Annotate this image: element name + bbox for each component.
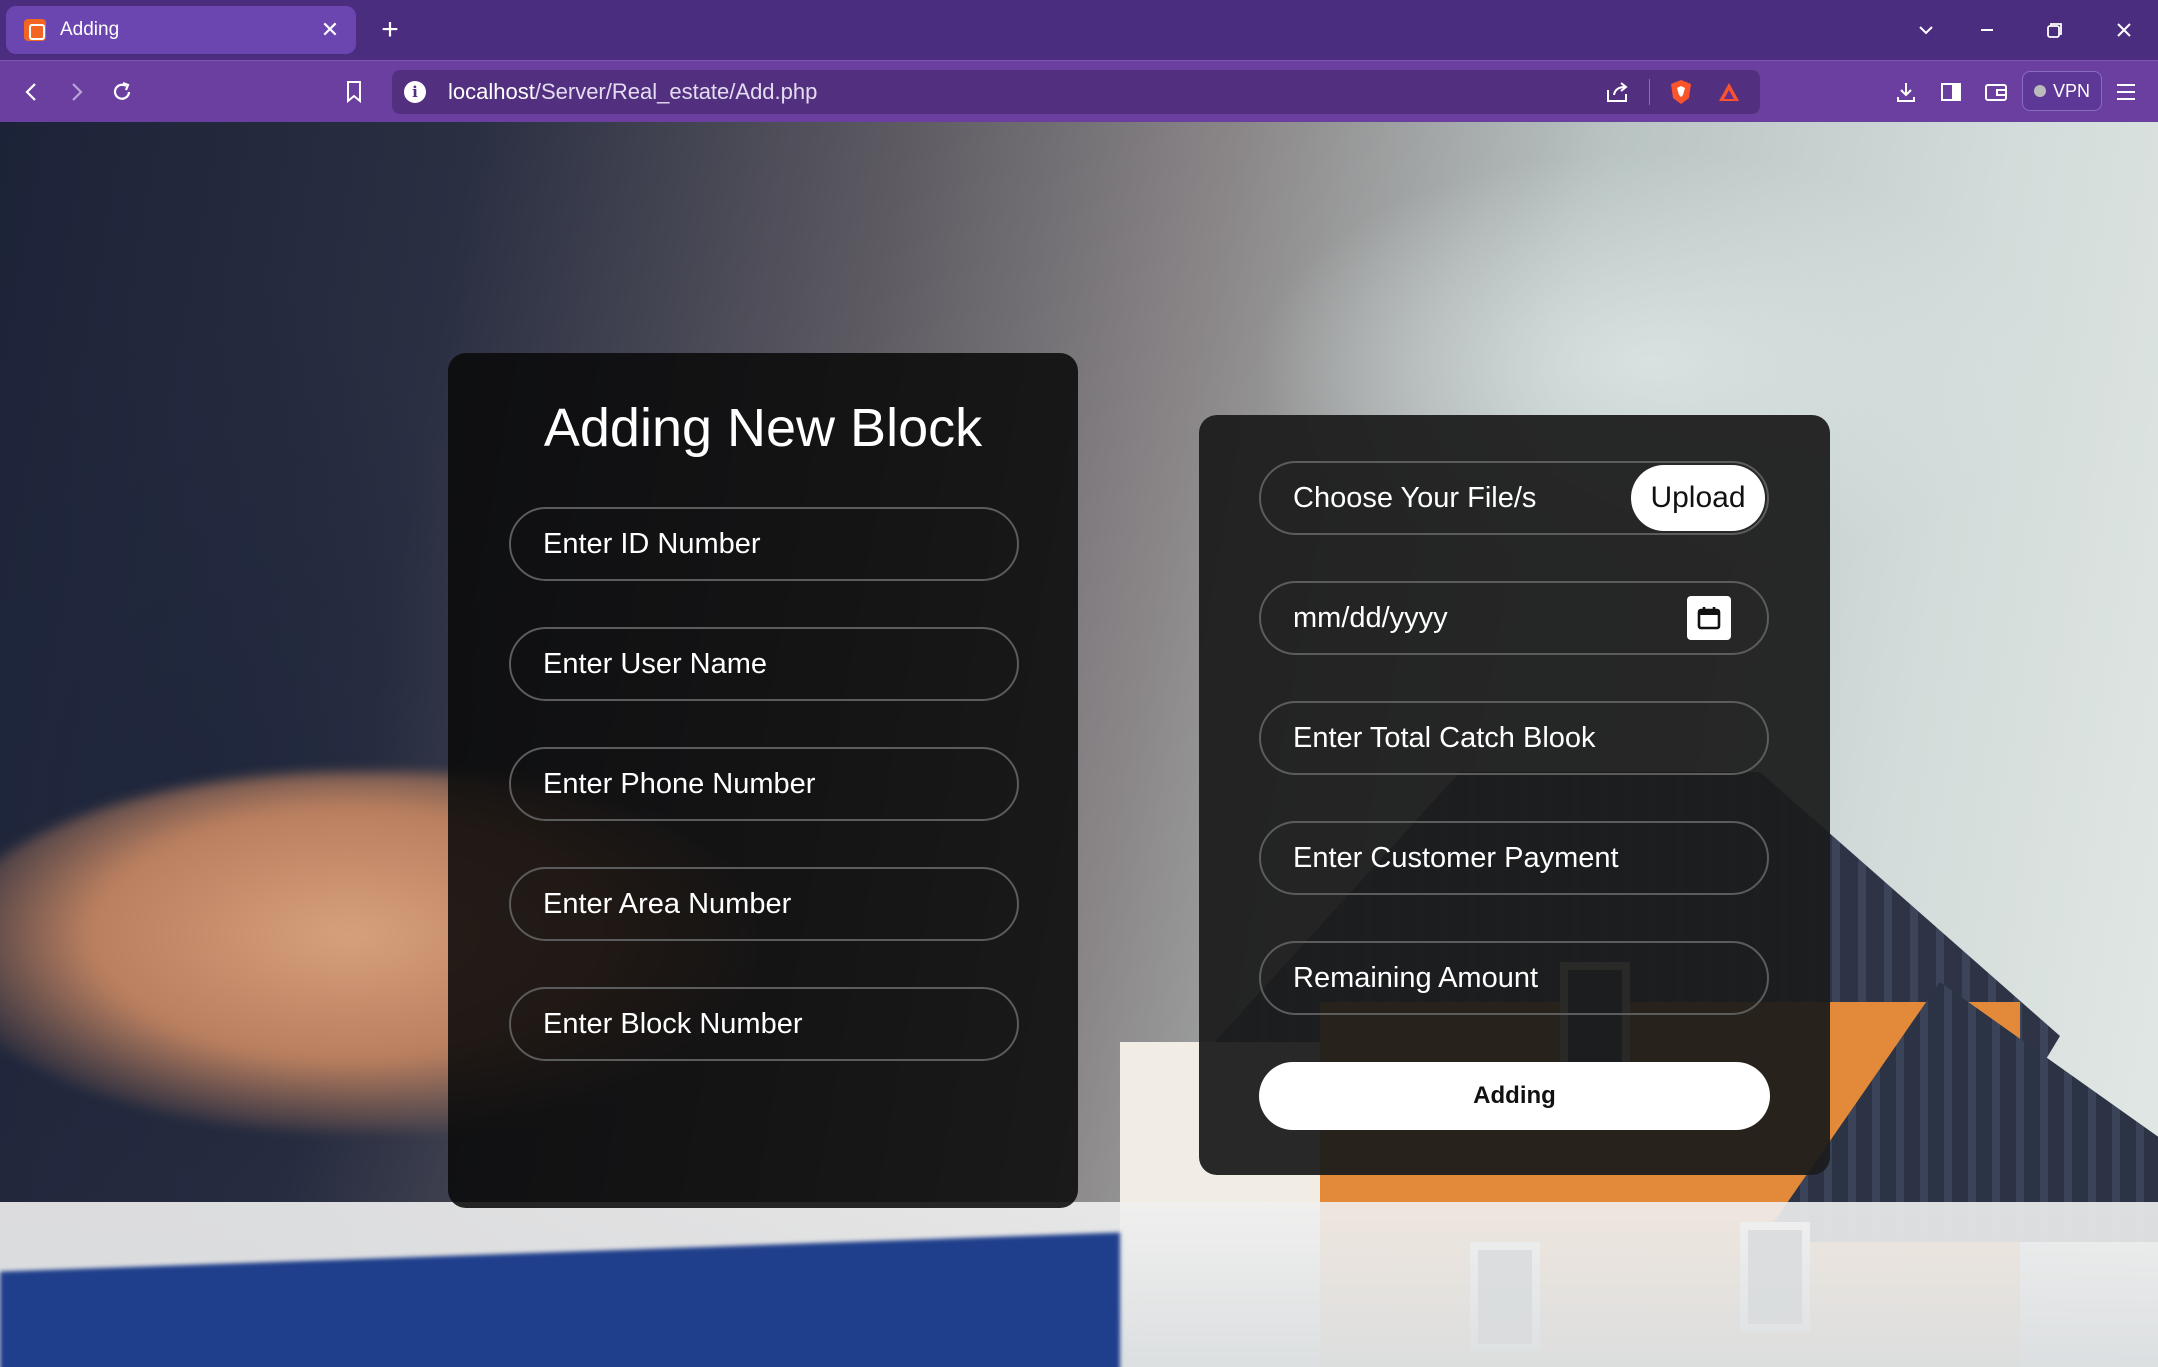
- id-number-input[interactable]: Enter ID Number: [509, 507, 1019, 581]
- url-text[interactable]: localhost/Server/Real_estate/Add.php: [448, 79, 1601, 105]
- adding-submit-button[interactable]: Adding: [1259, 1062, 1770, 1130]
- menu-icon[interactable]: [2106, 72, 2146, 112]
- share-icon[interactable]: [1601, 75, 1635, 109]
- url-separator: [1649, 79, 1650, 105]
- phone-number-input[interactable]: Enter Phone Number: [509, 747, 1019, 821]
- file-chooser[interactable]: Choose Your File/s Upload: [1259, 461, 1769, 535]
- browser-tab[interactable]: Adding ✕: [6, 6, 356, 54]
- info-icon[interactable]: i: [404, 81, 426, 103]
- sidebar-icon[interactable]: [1931, 72, 1971, 112]
- calendar-icon[interactable]: [1687, 596, 1731, 640]
- vpn-status-icon: [2033, 85, 2046, 97]
- date-placeholder: mm/dd/yyyy: [1293, 601, 1448, 634]
- browser-toolbar: i localhost/Server/Real_estate/Add.php V…: [0, 60, 2158, 122]
- chevron-down-icon[interactable]: [1904, 10, 1948, 50]
- page-background: [0, 122, 2158, 1367]
- restore-icon[interactable]: [2033, 10, 2077, 50]
- add-block-form-panel: Adding New Block Enter ID Number Enter U…: [448, 353, 1078, 1208]
- url-path: /Server/Real_estate/Add.php: [534, 79, 818, 104]
- window-close-icon[interactable]: [2102, 10, 2146, 50]
- plus-icon[interactable]: +: [372, 12, 408, 48]
- payment-form-panel: Choose Your File/s Upload mm/dd/yyyy Ent…: [1199, 415, 1830, 1175]
- file-chooser-label: Choose Your File/s: [1293, 481, 1537, 514]
- address-bar[interactable]: i localhost/Server/Real_estate/Add.php: [392, 70, 1760, 114]
- customer-payment-input[interactable]: Enter Customer Payment: [1259, 821, 1769, 895]
- minimize-icon[interactable]: [1965, 10, 2009, 50]
- total-catch-block-input[interactable]: Enter Total Catch Blook: [1259, 701, 1769, 775]
- url-host: localhost: [448, 79, 535, 104]
- rewards-icon[interactable]: [1712, 75, 1746, 109]
- upload-button[interactable]: Upload: [1631, 465, 1765, 531]
- reload-icon[interactable]: [102, 72, 142, 112]
- area-number-input[interactable]: Enter Area Number: [509, 867, 1019, 941]
- date-input[interactable]: mm/dd/yyyy: [1259, 581, 1769, 655]
- page-title: Adding New Block: [543, 398, 983, 458]
- back-icon[interactable]: [12, 72, 52, 112]
- tab-title: Adding: [60, 19, 120, 40]
- user-name-input[interactable]: Enter User Name: [509, 627, 1019, 701]
- tab-strip: Adding ✕ +: [0, 0, 2158, 60]
- remaining-amount-input[interactable]: Remaining Amount: [1259, 941, 1769, 1015]
- download-icon[interactable]: [1886, 72, 1926, 112]
- vpn-label: VPN: [2052, 80, 2090, 101]
- brave-shield-icon[interactable]: [1664, 75, 1698, 109]
- bookmark-icon[interactable]: [334, 72, 374, 112]
- block-number-input[interactable]: Enter Block Number: [509, 987, 1019, 1061]
- vpn-button[interactable]: VPN: [2022, 71, 2102, 111]
- wallet-icon[interactable]: [1976, 72, 2016, 112]
- favicon-icon: [24, 19, 46, 41]
- close-icon[interactable]: ✕: [316, 16, 344, 44]
- forward-icon[interactable]: [56, 72, 96, 112]
